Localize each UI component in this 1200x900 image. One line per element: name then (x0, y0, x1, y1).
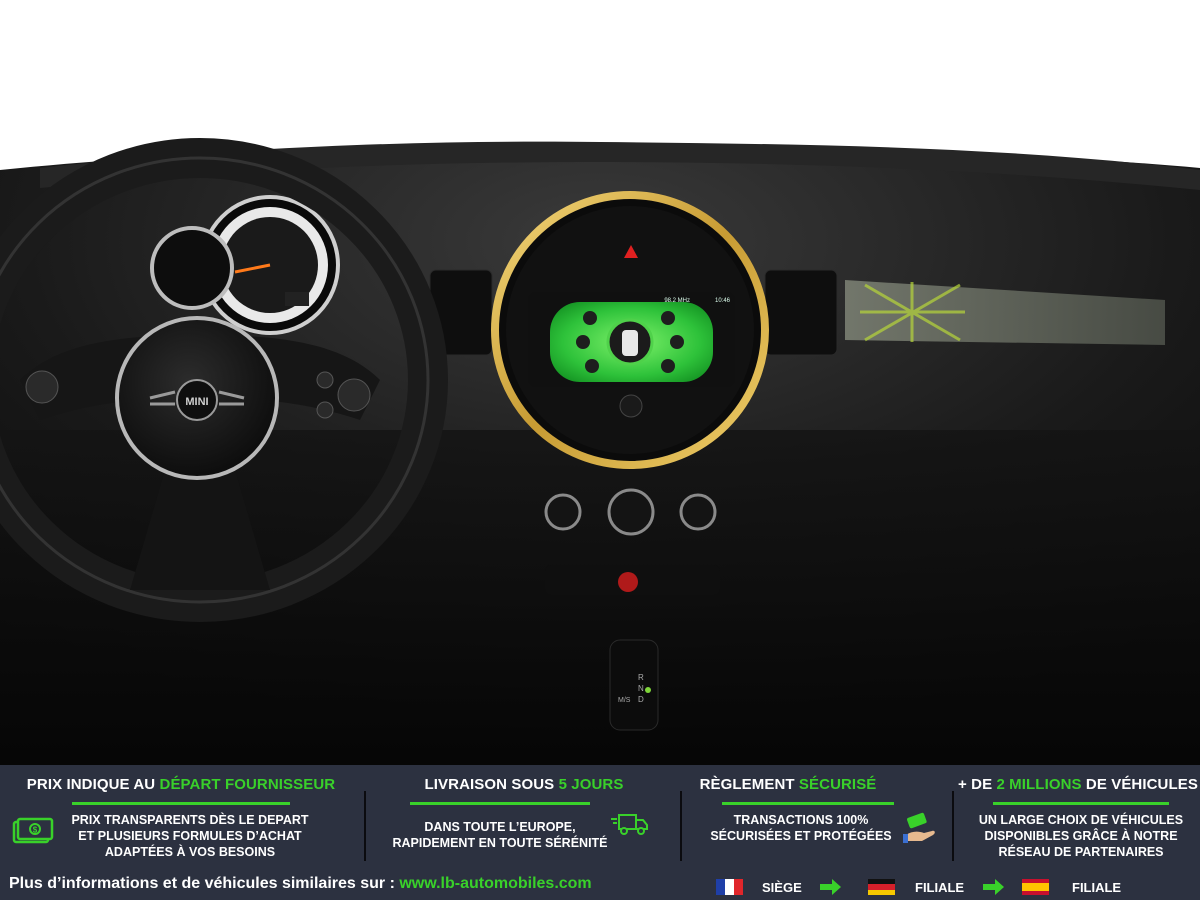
website-link[interactable]: www.lb-automobiles.com (399, 875, 591, 892)
col-title: + DE 2 MILLIONS DE VÉHICULES (958, 776, 1198, 793)
spain-flag-icon (1022, 879, 1049, 895)
arrow-right-icon (820, 879, 841, 895)
info-banner: PRIX INDIQUE AU DÉPART FOURNISSEUR $ PRI… (0, 765, 1200, 900)
col-title: LIVRAISON SOUS 5 JOURS (424, 776, 624, 793)
filiale-label: FILIALE (1072, 880, 1122, 895)
banner-col-price: PRIX INDIQUE AU DÉPART FOURNISSEUR $ PRI… (0, 765, 362, 865)
filiale-label: FILIALE (915, 880, 965, 895)
germany-flag-icon (868, 879, 895, 895)
col-text: TRANSACTIONS 100% SÉCURISÉES ET PROTÉGÉE… (710, 813, 892, 843)
svg-text:MINI: MINI (185, 396, 208, 408)
dashboard-photo: MINI 98.2 MHz 10:46 R N D M/S (0, 0, 1200, 765)
svg-text:D: D (638, 695, 644, 704)
siege-label: SIÈGE (762, 880, 802, 895)
central-display: 98.2 MHz 10:46 (491, 191, 769, 469)
toggle-switches (545, 565, 720, 595)
footer-bar: Plus d’informations et de véhicules simi… (0, 869, 1200, 900)
col-text: DANS TOUTE L’EUROPE, RAPIDEMENT EN TOUTE… (392, 820, 608, 850)
svg-text:$: $ (33, 826, 38, 835)
banner-col-vehicles: + DE 2 MILLIONS DE VÉHICULES UN LARGE CH… (956, 765, 1200, 865)
gear-selector: R N D M/S (609, 639, 659, 731)
svg-text:98.2 MHz: 98.2 MHz (664, 298, 690, 304)
col-title: PRIX INDIQUE AU DÉPART FOURNISSEUR (26, 776, 336, 793)
col-title: RÈGLEMENT SÉCURISÉ (699, 776, 877, 793)
svg-text:N: N (638, 684, 644, 693)
banner-col-delivery: LIVRAISON SOUS 5 JOURS DANS TOUTE L’EURO… (368, 765, 680, 865)
svg-text:M/S: M/S (618, 697, 631, 704)
climate-knobs (544, 488, 717, 536)
svg-text:R: R (638, 673, 644, 682)
truck-icon (610, 811, 650, 842)
svg-text:10:46: 10:46 (715, 298, 731, 304)
footer-info: Plus d’informations et de véhicules simi… (9, 875, 592, 892)
banner-col-payment: RÈGLEMENT SÉCURISÉ TRANSACTIONS 100% SÉC… (684, 765, 952, 865)
col-text: UN LARGE CHOIX DE VÉHICULES DISPONIBLES … (978, 813, 1184, 859)
france-flag-icon (716, 879, 743, 895)
arrow-right-icon (983, 879, 1004, 895)
money-icon: $ (12, 817, 54, 850)
payment-hand-icon (902, 811, 938, 850)
col-text: PRIX TRANSPARENTS DÈS LE DEPART ET PLUSI… (71, 813, 309, 859)
